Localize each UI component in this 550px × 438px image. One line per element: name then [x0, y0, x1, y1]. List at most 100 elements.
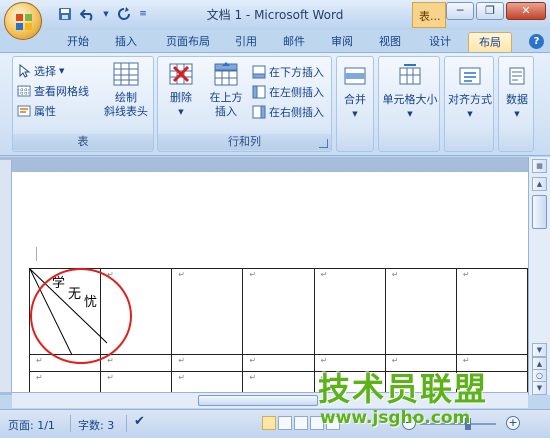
- table-group: 选择 ▼ 查看网格线 属性 绘制 斜线表头 表: [12, 56, 154, 152]
- view-gridlines-label: 查看网格线: [34, 85, 89, 98]
- tab-home[interactable]: 开始: [58, 32, 98, 52]
- page-count[interactable]: 页面: 1/1: [8, 417, 55, 433]
- tab-view[interactable]: 视图: [370, 32, 410, 52]
- insert-below-button[interactable]: 在下方插入: [252, 63, 324, 81]
- tab-review[interactable]: 审阅: [322, 32, 362, 52]
- table-cell[interactable]: ↵: [242, 371, 315, 394]
- insert-above-button[interactable]: 在上方 插入: [206, 61, 246, 119]
- alignment-label: 对齐方式: [448, 93, 492, 106]
- chevron-down-icon: ▼: [467, 110, 473, 118]
- draw-diagonal-header-button[interactable]: 绘制 斜线表头: [103, 61, 149, 119]
- data-group[interactable]: 数据 ▼: [498, 56, 534, 152]
- restore-button[interactable]: ❐: [476, 2, 504, 20]
- horizontal-scroll-thumb[interactable]: [198, 395, 318, 406]
- table-cell[interactable]: ↵: [171, 371, 244, 394]
- proofing-icon[interactable]: ✔: [134, 414, 145, 429]
- insert-above-label-1: 在上方: [209, 91, 243, 104]
- alignment-group[interactable]: 对齐方式 ▼: [444, 56, 494, 152]
- chevron-down-icon: ▼: [352, 110, 358, 118]
- cell-size-icon: [399, 64, 421, 85]
- full-screen-reading-icon[interactable]: [278, 416, 292, 430]
- properties-label: 属性: [34, 105, 56, 118]
- insert-above-label-2: 插入: [215, 105, 237, 118]
- office-button[interactable]: [4, 2, 42, 40]
- alignment-button[interactable]: 对齐方式 ▼: [445, 63, 495, 121]
- merge-button[interactable]: 合并 ▼: [339, 63, 371, 121]
- context-tab-title: 表...: [412, 2, 446, 28]
- data-button[interactable]: 数据 ▼: [501, 63, 533, 121]
- chevron-down-icon: ▼: [407, 110, 413, 118]
- insert-right-icon: [252, 105, 266, 119]
- window-controls: ─ ❐ ✕: [446, 2, 546, 20]
- select-label: 选择: [34, 65, 56, 78]
- cell-size-group[interactable]: 单元格大小 ▼: [378, 56, 440, 152]
- properties-button[interactable]: 属性: [17, 102, 56, 120]
- word-count[interactable]: 字数: 3: [78, 417, 114, 433]
- table-cell[interactable]: ↵: [100, 371, 173, 394]
- table-group-label: 表: [13, 134, 153, 150]
- text-cursor: [36, 247, 37, 261]
- document-page[interactable]: 学 无 忧 ↵ ↵ ↵ ↵ ↵ ↵ ↵ ↵ ↵ ↵ ↵ ↵ ↵ ↵ ↵ ↵ ↵ …: [12, 172, 528, 394]
- select-button[interactable]: 选择 ▼: [17, 62, 64, 80]
- delete-label: 删除: [170, 91, 192, 104]
- table-cell[interactable]: ↵: [171, 268, 244, 355]
- insert-below-icon: [252, 65, 266, 79]
- cell-size-button[interactable]: 单元格大小 ▼: [381, 63, 439, 121]
- insert-right-label: 在右侧插入: [269, 106, 324, 119]
- rows-columns-group-label: 行和列: [158, 134, 331, 150]
- delete-button[interactable]: 删除 ▼: [162, 61, 200, 119]
- data-label: 数据: [506, 93, 528, 106]
- zoom-in-button[interactable]: +: [506, 416, 520, 430]
- table-cell[interactable]: ↵: [455, 268, 528, 355]
- insert-below-label: 在下方插入: [269, 66, 324, 79]
- vertical-scrollbar[interactable]: ▦ ▲ ▼ ▲ ○ ▼: [528, 157, 550, 395]
- table-cell[interactable]: ↵: [28, 371, 102, 394]
- merge-group[interactable]: 合并 ▼: [336, 56, 374, 152]
- vertical-ruler: [0, 160, 12, 392]
- alignment-icon: [459, 67, 481, 85]
- highlight-circle: [30, 268, 132, 364]
- view-gridlines-button[interactable]: 查看网格线: [17, 82, 89, 100]
- draw-label-1: 绘制: [115, 91, 137, 104]
- table-cell[interactable]: ↵: [100, 354, 173, 372]
- print-layout-view-icon[interactable]: [262, 416, 276, 430]
- draw-label-2: 斜线表头: [104, 105, 148, 118]
- rows-columns-group: 删除 ▼ 在上方 插入 在下方插入 在左侧插入 在右侧插入 行和列: [157, 56, 332, 152]
- ribbon-tabs: 开始 插入 页面布局 引用 邮件 审阅 视图 设计 布局 ?: [0, 30, 550, 52]
- tab-mailings[interactable]: 邮件: [274, 32, 314, 52]
- help-icon[interactable]: ?: [529, 34, 544, 49]
- delete-table-icon: [169, 63, 193, 85]
- table-cell[interactable]: ↵: [171, 354, 244, 372]
- chevron-down-icon: ▼: [178, 108, 184, 116]
- insert-left-icon: [252, 85, 266, 99]
- table-cell[interactable]: ↵: [384, 268, 457, 355]
- merge-cells-icon: [344, 67, 366, 85]
- watermark-logo-text: 技术员联盟: [318, 370, 489, 408]
- web-layout-icon[interactable]: [294, 416, 308, 430]
- insert-right-button[interactable]: 在右侧插入: [252, 103, 324, 121]
- close-button[interactable]: ✕: [506, 2, 546, 20]
- tab-design[interactable]: 设计: [418, 32, 462, 52]
- scroll-thumb[interactable]: [532, 195, 547, 229]
- gridlines-icon: [17, 85, 31, 97]
- tab-page-layout[interactable]: 页面布局: [156, 32, 220, 52]
- insert-left-button[interactable]: 在左侧插入: [252, 83, 324, 101]
- table-cell[interactable]: ↵: [242, 354, 315, 372]
- ruler-toggle-icon[interactable]: ▦: [532, 159, 547, 173]
- tab-references[interactable]: 引用: [226, 32, 266, 52]
- scroll-up-icon[interactable]: ▲: [532, 177, 547, 191]
- insert-above-icon: [214, 62, 238, 86]
- insert-left-label: 在左侧插入: [269, 86, 324, 99]
- next-page-icon[interactable]: ▼: [532, 381, 547, 395]
- tab-layout[interactable]: 布局: [468, 32, 512, 52]
- office-logo-icon: [16, 14, 32, 30]
- watermark-url: www.jsgho.com: [320, 408, 471, 428]
- dialog-launcher-icon[interactable]: [319, 139, 328, 148]
- table-icon: [113, 62, 139, 86]
- tab-insert[interactable]: 插入: [106, 32, 146, 52]
- table-cell[interactable]: ↵: [242, 268, 315, 355]
- scroll-down-icon[interactable]: ▼: [532, 343, 547, 357]
- ribbon: 选择 ▼ 查看网格线 属性 绘制 斜线表头 表 删除 ▼ 在上方 插入 在下方插…: [0, 52, 550, 156]
- table-cell[interactable]: ↵: [313, 268, 386, 355]
- minimize-button[interactable]: ─: [446, 2, 474, 20]
